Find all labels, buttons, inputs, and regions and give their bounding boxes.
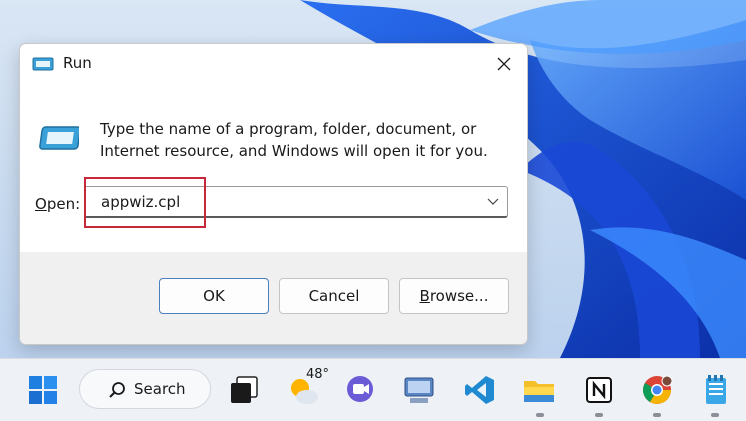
start-button[interactable] <box>26 373 60 407</box>
search-label: Search <box>134 380 186 398</box>
open-input-value[interactable]: appwiz.cpl <box>101 193 180 211</box>
weather-temperature: 48° <box>306 367 330 382</box>
browse-button[interactable]: Browse... <box>399 278 509 314</box>
notion-button[interactable] <box>582 373 616 407</box>
file-explorer-icon <box>524 381 554 402</box>
running-indicator <box>711 413 719 417</box>
dialog-footer: OK Cancel Browse... <box>20 252 527 344</box>
start-icon <box>29 376 57 404</box>
task-view-button[interactable] <box>227 373 261 407</box>
ok-button[interactable]: OK <box>159 278 269 314</box>
dialog-description: Type the name of a program, folder, docu… <box>100 120 488 160</box>
run-app-icon <box>32 57 54 71</box>
run-large-icon <box>39 126 79 150</box>
vscode-button[interactable] <box>463 373 497 407</box>
running-indicator <box>653 413 661 417</box>
vscode-icon <box>465 376 494 404</box>
running-indicator <box>595 413 603 417</box>
meet-button[interactable] <box>344 373 378 407</box>
cancel-button[interactable]: Cancel <box>279 278 389 314</box>
chevron-down-icon[interactable] <box>487 197 499 207</box>
chrome-icon <box>643 375 673 404</box>
dialog-title: Run <box>63 54 92 72</box>
running-indicator <box>536 413 544 417</box>
chrome-button[interactable] <box>640 373 674 407</box>
notepad-icon <box>706 375 726 404</box>
open-label: Open: <box>35 195 81 213</box>
close-icon <box>497 57 511 71</box>
close-button[interactable] <box>481 44 527 84</box>
notion-icon <box>586 377 612 403</box>
task-view-icon <box>231 376 258 403</box>
run-dialog: Run Type the name of a program, folder, … <box>19 43 528 345</box>
open-combobox[interactable]: appwiz.cpl <box>84 186 508 218</box>
notepad-button[interactable] <box>699 373 733 407</box>
title-bar[interactable]: Run <box>20 44 527 84</box>
file-explorer-button[interactable] <box>522 373 556 407</box>
monitor-button[interactable] <box>402 373 436 407</box>
monitor-icon <box>404 377 434 403</box>
taskbar: Search 48° <box>0 358 746 421</box>
meet-icon <box>347 376 373 402</box>
search-icon <box>109 382 125 398</box>
taskbar-search[interactable]: Search <box>79 369 211 409</box>
